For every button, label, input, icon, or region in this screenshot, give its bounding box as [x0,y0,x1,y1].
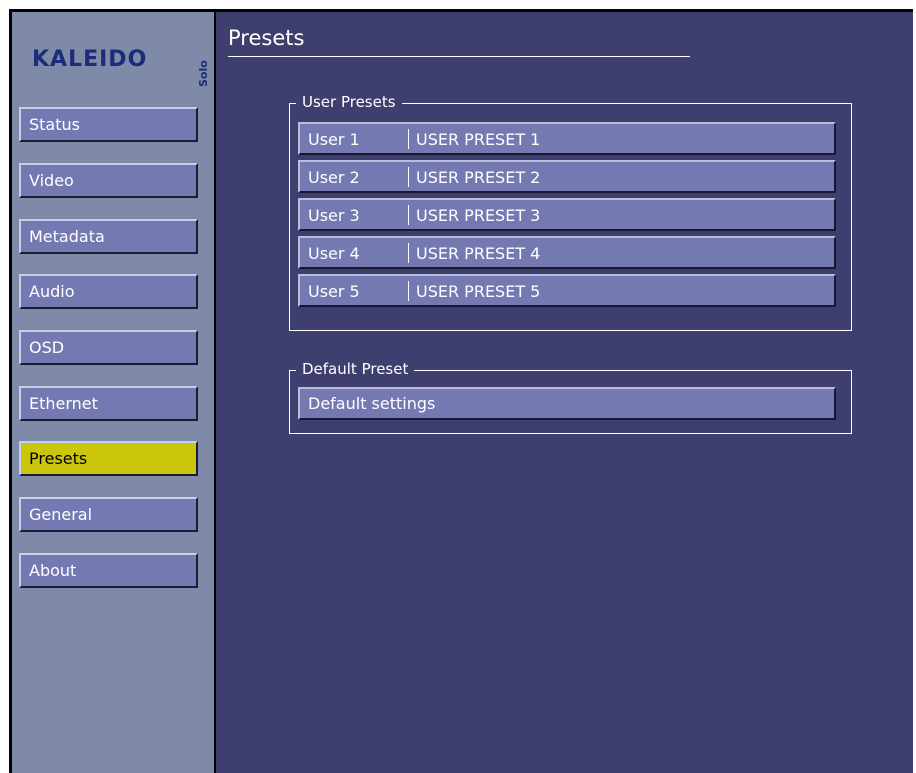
column-divider [408,129,409,149]
user-preset-row-2[interactable]: User 2 USER PRESET 2 [298,160,836,193]
sidebar-item-general[interactable]: General [19,497,198,532]
preset-slot: User 5 [308,282,360,301]
column-divider [408,205,409,225]
preset-slot: User 1 [308,130,360,149]
main-panel: Presets User Presets User 1 USER PRESET … [216,12,913,773]
logo-text: KALEIDO [32,47,148,72]
preset-slot: User 2 [308,168,360,187]
sidebar-item-about[interactable]: About [19,553,198,588]
sidebar-item-status[interactable]: Status [19,107,198,142]
sidebar-item-presets[interactable]: Presets [19,441,198,476]
kaleido-logo: KALEIDO Solo [22,27,212,87]
user-preset-row-3[interactable]: User 3 USER PRESET 3 [298,198,836,231]
user-presets-group: User Presets User 1 USER PRESET 1 User 2… [289,92,852,331]
sidebar-item-ethernet[interactable]: Ethernet [19,386,198,421]
preset-name: USER PRESET 4 [416,244,541,263]
preset-slot: User 4 [308,244,360,263]
sidebar-item-metadata[interactable]: Metadata [19,219,198,254]
default-settings-button[interactable]: Default settings [298,387,836,420]
preset-name: USER PRESET 1 [416,130,541,149]
user-preset-row-1[interactable]: User 1 USER PRESET 1 [298,122,836,155]
logo-edition: Solo [197,60,210,87]
preset-name: USER PRESET 5 [416,282,541,301]
default-preset-label: Default Preset [296,359,415,379]
sidebar-item-audio[interactable]: Audio [19,274,198,309]
column-divider [408,167,409,187]
column-divider [408,243,409,263]
preset-name: USER PRESET 3 [416,206,541,225]
user-preset-row-5[interactable]: User 5 USER PRESET 5 [298,274,836,307]
page-title: Presets [228,26,305,50]
user-presets-label: User Presets [296,92,402,112]
sidebar-item-video[interactable]: Video [19,163,198,198]
preset-name: USER PRESET 2 [416,168,541,187]
default-preset-group: Default Preset Default settings [289,359,852,434]
column-divider [408,281,409,301]
sidebar-item-osd[interactable]: OSD [19,330,198,365]
user-preset-row-4[interactable]: User 4 USER PRESET 4 [298,236,836,269]
title-underline [228,56,690,57]
preset-slot: User 3 [308,206,360,225]
